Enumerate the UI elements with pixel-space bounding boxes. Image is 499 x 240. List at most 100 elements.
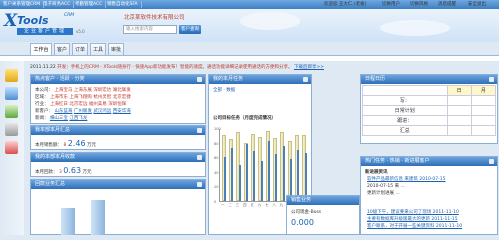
- panel-title: 我的本月任务: [213, 76, 244, 82]
- calendar-icon[interactable]: [5, 105, 18, 118]
- app-tab-sfa[interactable]: 销售自动化SFA: [104, 1, 142, 8]
- logo-subtitle: 企业客户管理: [17, 28, 73, 35]
- refresh-icon[interactable]: [489, 77, 494, 82]
- table-row: 汇总: [362, 125, 497, 136]
- y-tick-label: 100: [214, 127, 221, 131]
- chart-tab[interactable]: 全部 · 数据: [213, 87, 235, 93]
- panel-header: 热点客户 · 活跃 · 分类: [31, 75, 205, 84]
- sales-count: 0.000: [291, 218, 314, 227]
- refresh-icon[interactable]: [197, 182, 202, 187]
- table-row: 跟进：: [362, 115, 497, 126]
- list-item[interactable]: 2010-07-15 来 ...: [367, 183, 405, 189]
- tab-orders[interactable]: 订单: [72, 43, 88, 55]
- report-icon[interactable]: [5, 141, 18, 154]
- folder-icon[interactable]: [5, 69, 18, 82]
- logout-link[interactable]: 安全退出: [468, 1, 486, 7]
- y-tick-label: 80: [214, 141, 219, 146]
- tab-workbench[interactable]: 工作台: [30, 43, 52, 55]
- app-tab-crm[interactable]: 客户关系管理CRM: [0, 1, 45, 8]
- logo-tools: Tools: [17, 14, 49, 27]
- x-tick-label: 九: [279, 203, 284, 207]
- panel-header: 销售业务: [287, 196, 359, 205]
- notice-link[interactable]: 下载后即享>>: [294, 65, 324, 70]
- table-row: 写：: [362, 95, 497, 106]
- chart-plot-area: 100806040200一二三四五六七八九十十一十二: [214, 127, 307, 207]
- refresh-icon[interactable]: [197, 77, 202, 82]
- panel-title: 我本部本月汇总: [35, 127, 71, 133]
- chart-bar-actual: [297, 149, 300, 201]
- list-item: 新闻： 横山三宝 江西飞龙: [35, 116, 88, 121]
- left-sidebar: [0, 61, 24, 235]
- list-item[interactable]: 客户联系，对于开展一些关键资料 2011-11-10: [367, 223, 462, 229]
- logo-version: v5.0: [76, 29, 85, 34]
- tab-tools[interactable]: 工具: [90, 43, 106, 55]
- calendar-table: 日 月 写： 日常计划 跟进： 汇总: [362, 85, 497, 136]
- sales-amount: 2.46: [67, 139, 86, 148]
- company-name: 北京某软件技术有限公司: [124, 15, 185, 21]
- refresh-icon[interactable]: [303, 77, 308, 82]
- switch-user-link[interactable]: 切换用户: [382, 1, 400, 7]
- messages-link[interactable]: 消息提醒: [438, 1, 456, 7]
- x-tick-label: 六: [257, 203, 262, 207]
- search-button[interactable]: 客户查询: [179, 25, 201, 34]
- chart-bar-actual: [282, 146, 285, 201]
- chart-bar-actual: [253, 151, 256, 201]
- logo-x: X: [4, 11, 18, 31]
- chart-bar-actual: [260, 160, 263, 201]
- tab-approval[interactable]: 审批: [108, 43, 124, 55]
- receipts-summary: 本月回款： 3 0.63 万元: [35, 166, 92, 175]
- x-tick-label: 四: [243, 203, 247, 207]
- x-tick-label: 五: [250, 203, 254, 207]
- panel-title: 日程日历: [365, 76, 386, 82]
- x-tick-label: 七: [265, 203, 269, 207]
- app-logo: X Tools CRM 企业客户管理 v5.0: [4, 11, 90, 37]
- chart-title: 公司目标任务（月度完成情况）: [213, 116, 276, 121]
- app-tab-ecommerce[interactable]: 电子商务ACC: [40, 1, 75, 8]
- panel-title: 我的本部本月收款: [35, 154, 76, 160]
- sales-company[interactable]: 公司现金-Boss: [291, 209, 321, 215]
- panel-header: 热门任务 · 热销 · 新进展客户: [361, 157, 497, 166]
- x-tick-label: 二: [228, 203, 232, 207]
- contacts-icon[interactable]: [5, 87, 18, 100]
- list-item[interactable]: 软件产品最新信息 来建筑 2010-07-15: [367, 176, 446, 182]
- x-tick-label: 一: [221, 203, 225, 207]
- app-tab-attendance[interactable]: 考勤管理ACC: [72, 1, 107, 8]
- refresh-icon[interactable]: [489, 159, 494, 164]
- switch-style-link[interactable]: 切换风格: [410, 1, 428, 7]
- list-item[interactable]: 更新计划进展 ...: [367, 190, 400, 196]
- search-input[interactable]: 输入搜索内容: [123, 25, 177, 34]
- chart-bar-actual: [231, 148, 234, 201]
- notice-text: 开发：手机上的CRM - XTools随身行 · 快速App新功能发布！智能的速…: [57, 65, 293, 70]
- notice-date: 2011.11.22: [30, 65, 56, 70]
- refresh-icon[interactable]: [197, 155, 202, 160]
- list-item[interactable]: 主要有数据库升级版最大的更新 2011-11-15: [367, 216, 458, 222]
- my-receipts-panel: 我的本部本月收款 本月回款： 3 0.63 万元: [30, 152, 206, 177]
- list-item: 本公司： 上海宝马 上海东展 深圳宏达 湖北联发: [35, 88, 131, 93]
- receipts-chart-panel: 回款业务汇总: [30, 179, 206, 235]
- list-item: 行业： 上海红日 北京宏远 福州美易 深圳恒辉: [35, 102, 127, 107]
- chart-bar-actual: [268, 141, 270, 201]
- chart-bar-actual: [238, 164, 241, 201]
- news-panel: 热门任务 · 热销 · 新进展客户 新进展资讯 软件产品最新信息 来建筑 201…: [360, 156, 498, 235]
- panel-title: 回款业务汇总: [35, 181, 66, 187]
- sales-summary: 本月销售额： 8 2.46 万元: [35, 139, 96, 148]
- panel-header: 回款业务汇总: [31, 180, 205, 189]
- chart-bar-actual: [246, 144, 248, 201]
- list-item: 新客户： 山东蓝海 广州联发 武汉鸿远 西安华海: [35, 109, 131, 114]
- chart-bar-actual: [224, 157, 226, 201]
- panel-header: 我的本月任务: [209, 75, 311, 84]
- chart-bar-actual: [304, 152, 307, 201]
- chart-bar-3d: [61, 208, 75, 235]
- news-header: 新进展资讯: [365, 170, 388, 175]
- tab-customers[interactable]: 客户: [54, 43, 70, 55]
- list-item[interactable]: 10级下午，建议要来公司了现场 2011-11-10: [367, 209, 459, 215]
- user-greeting: 欢迎您 王大仁 (老板): [324, 2, 367, 7]
- announcement: 2011.11.22 开发：手机上的CRM - XTools随身行 · 快速Ap…: [30, 64, 470, 71]
- y-tick-label: 0: [214, 200, 217, 204]
- panel-header: 我本部本月汇总: [31, 126, 205, 135]
- document-icon[interactable]: [5, 123, 18, 136]
- refresh-icon[interactable]: [197, 128, 202, 133]
- chart-bar-3d: [91, 200, 105, 235]
- panel-title: 热门任务 · 热销 · 新进展客户: [365, 158, 430, 164]
- receipts-amount: 0.63: [63, 166, 82, 175]
